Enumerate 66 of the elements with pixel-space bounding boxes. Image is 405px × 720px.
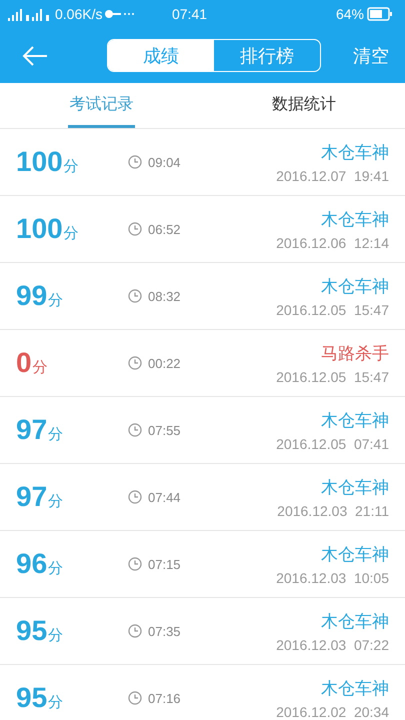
clock-icon: [128, 289, 142, 303]
clock-icon: [128, 557, 142, 571]
duration: 09:04: [148, 154, 181, 170]
record-date: 2016.12.03 10:05: [276, 570, 389, 586]
record-row[interactable]: 97分 07:55 木仓车神 2016.12.05 07:41: [0, 397, 405, 464]
rank-title: 木仓车神: [321, 678, 389, 700]
record-row[interactable]: 95分 07:16 木仓车神 2016.12.02 20:34: [0, 665, 405, 720]
score: 97分: [16, 414, 64, 446]
clock-icon: [128, 222, 142, 236]
back-arrow-icon: [22, 46, 48, 66]
rank-title: 木仓车神: [321, 276, 389, 298]
record-row[interactable]: 99分 08:32 木仓车神 2016.12.05 15:47: [0, 263, 405, 330]
record-row[interactable]: 95分 07:35 木仓车神 2016.12.03 07:22: [0, 598, 405, 665]
tab[interactable]: 数据统计: [270, 83, 337, 128]
score: 99分: [16, 280, 64, 312]
signal-icon: [8, 7, 52, 21]
record-date: 2016.12.03 07:22: [276, 636, 389, 652]
duration: 07:16: [148, 690, 181, 706]
rank-title: 木仓车神: [321, 544, 389, 566]
duration: 07:35: [148, 624, 181, 638]
rank-title: 木仓车神: [321, 208, 389, 230]
record-date: 2016.12.05 15:47: [276, 302, 389, 318]
duration: 06:52: [148, 222, 181, 236]
duration: 07:15: [148, 556, 181, 572]
rank-title: 木仓车神: [321, 476, 389, 498]
duration: 07:44: [148, 490, 181, 504]
record-row[interactable]: 100分 06:52 木仓车神 2016.12.06 12:14: [0, 196, 405, 263]
score: 100分: [16, 213, 80, 245]
score: 95分: [16, 682, 64, 714]
clock-icon: [128, 155, 142, 169]
tab[interactable]: 考试记录: [68, 83, 134, 128]
battery-percent: 64%: [336, 6, 364, 22]
duration: 08:32: [148, 288, 181, 304]
duration: 07:55: [148, 422, 181, 438]
segment-tab[interactable]: 成绩: [108, 40, 214, 71]
record-row[interactable]: 96分 07:15 木仓车神 2016.12.03 10:05: [0, 531, 405, 598]
network-speed: 0.06K/s: [55, 6, 102, 22]
score: 0分: [16, 347, 49, 379]
duration: 00:22: [148, 356, 181, 370]
record-date: 2016.12.05 07:41: [276, 436, 389, 452]
score: 97分: [16, 481, 64, 513]
score: 95分: [16, 615, 64, 647]
clock-icon: [128, 490, 142, 504]
rank-title: 木仓车神: [321, 142, 389, 164]
record-date: 2016.12.03 21:11: [277, 502, 389, 518]
key-icon: [105, 9, 136, 19]
battery-icon: [367, 7, 393, 21]
status-time: 07:41: [172, 6, 208, 22]
record-row[interactable]: 0分 00:22 马路杀手 2016.12.05 15:47: [0, 330, 405, 397]
score: 100分: [16, 146, 80, 178]
rank-title: 木仓车神: [321, 610, 389, 632]
rank-title: 木仓车神: [321, 410, 389, 432]
clock-icon: [128, 423, 142, 437]
segment-tab[interactable]: 排行榜: [214, 40, 320, 71]
record-row[interactable]: 97分 07:44 木仓车神 2016.12.03 21:11: [0, 464, 405, 531]
clock-icon: [128, 691, 142, 705]
record-date: 2016.12.07 19:41: [276, 168, 389, 184]
record-date: 2016.12.02 20:34: [276, 704, 389, 720]
record-row[interactable]: 100分 09:04 木仓车神 2016.12.07 19:41: [0, 129, 405, 196]
clock-icon: [128, 356, 142, 370]
clear-button[interactable]: 清空: [349, 40, 393, 72]
rank-title: 马路杀手: [321, 342, 389, 364]
record-date: 2016.12.06 12:14: [276, 234, 389, 250]
record-date: 2016.12.05 15:47: [276, 368, 389, 384]
score: 96分: [16, 548, 64, 580]
clock-icon: [128, 624, 142, 638]
